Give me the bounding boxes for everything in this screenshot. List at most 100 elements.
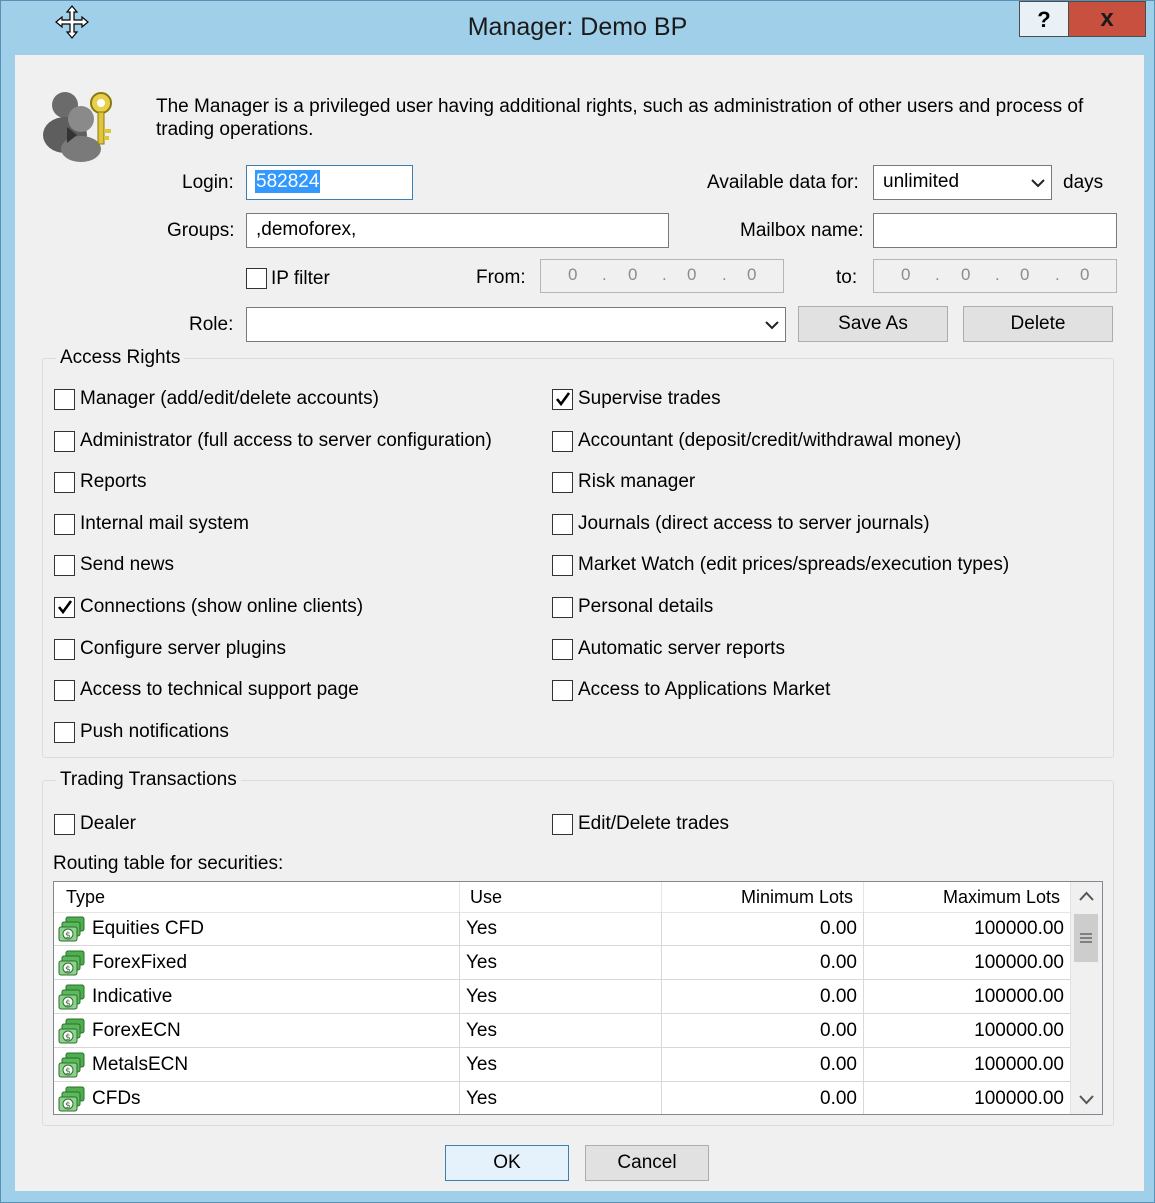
access-right-checkbox[interactable]	[552, 555, 573, 576]
cell-type-text: CFDs	[92, 1088, 141, 1109]
access-right-checkbox[interactable]	[552, 389, 573, 410]
cell-min-lots: 0.00	[662, 980, 864, 1013]
table-row[interactable]: $ ForexECN Yes 0.00 100000.00	[54, 1014, 1070, 1048]
access-right-checkbox[interactable]	[552, 431, 573, 452]
cell-type-text: ForexFixed	[92, 952, 188, 973]
cell-type-text: Indicative	[92, 986, 173, 1007]
delete-button[interactable]: Delete	[963, 306, 1113, 342]
access-right-label: Market Watch (edit prices/spreads/execut…	[578, 554, 1010, 575]
table-header: Type Use Minimum Lots Maximum Lots	[54, 882, 1070, 913]
to-octet-2: 0	[961, 265, 971, 284]
from-label: From:	[476, 267, 526, 288]
cell-min-lots: 0.00	[662, 946, 864, 979]
table-row[interactable]: $ ForexFixed Yes 0.00 100000.00	[54, 946, 1070, 980]
ip-dot: .	[602, 265, 607, 284]
cell-type: $ Equities CFD	[54, 912, 460, 945]
access-right-checkbox[interactable]	[54, 431, 75, 452]
access-right-label: Reports	[80, 471, 147, 492]
ip-filter-label: IP filter	[271, 268, 330, 289]
ip-dot: .	[662, 265, 667, 284]
groups-input[interactable]: ,demoforex,	[246, 213, 669, 248]
to-ip-input[interactable]: 0 . 0 . 0 . 0	[873, 259, 1117, 293]
access-right-label: Manager (add/edit/delete accounts)	[80, 388, 379, 409]
access-right-checkbox[interactable]	[54, 389, 75, 410]
access-right-checkbox[interactable]	[552, 514, 573, 535]
ip-dot: .	[722, 265, 727, 284]
manager-users-key-icon	[43, 92, 112, 162]
access-right-label: Risk manager	[578, 471, 696, 492]
column-header-type[interactable]: Type	[54, 882, 460, 912]
money-icon: $	[58, 1086, 85, 1112]
from-octet-3: 0	[687, 265, 697, 284]
from-ip-input[interactable]: 0 . 0 . 0 . 0	[540, 259, 784, 293]
access-right-checkbox[interactable]	[54, 514, 75, 535]
access-right-checkbox[interactable]	[552, 597, 573, 618]
access-right-checkbox[interactable]	[54, 597, 75, 618]
login-input[interactable]: 582824	[246, 165, 413, 200]
access-right-checkbox[interactable]	[54, 472, 75, 493]
access-right-checkbox[interactable]	[552, 639, 573, 660]
role-label: Role:	[189, 314, 234, 335]
scrollbar-thumb[interactable]	[1074, 914, 1098, 962]
chevron-down-icon	[1031, 179, 1045, 188]
table-row[interactable]: $ MetalsECN Yes 0.00 100000.00	[54, 1048, 1070, 1082]
access-right-label: Send news	[80, 554, 175, 575]
help-button[interactable]: ?	[1019, 1, 1069, 37]
title-bar[interactable]: Manager: Demo BP ? x	[1, 1, 1154, 55]
mailbox-input[interactable]	[873, 213, 1117, 248]
dialog-window: Manager: Demo BP ? x The Manager is a pr…	[0, 0, 1155, 1203]
cell-type-text: ForexECN	[92, 1020, 181, 1041]
access-right-label: Access to technical support page	[80, 679, 359, 700]
access-right-label: Supervise trades	[578, 388, 721, 409]
mailbox-label: Mailbox name:	[740, 220, 864, 241]
ip-dot: .	[935, 265, 940, 284]
access-rights-title: Access Rights	[56, 347, 185, 369]
cell-max-lots: 100000.00	[974, 1020, 1064, 1041]
money-icon: $	[58, 984, 85, 1010]
dealer-checkbox[interactable]	[54, 814, 75, 835]
role-select[interactable]	[246, 307, 786, 342]
access-right-checkbox[interactable]	[552, 472, 573, 493]
access-right-checkbox[interactable]	[54, 555, 75, 576]
ip-filter-checkbox[interactable]	[246, 268, 267, 289]
table-scrollbar[interactable]	[1070, 882, 1102, 1114]
cell-max-lots: 100000.00	[974, 952, 1064, 973]
save-as-button[interactable]: Save As	[798, 306, 948, 342]
table-row[interactable]: $ Indicative Yes 0.00 100000.00	[54, 980, 1070, 1014]
available-data-select[interactable]: unlimited	[873, 165, 1052, 200]
scroll-up-icon[interactable]	[1071, 882, 1102, 912]
dialog-client-area: The Manager is a privileged user having …	[15, 55, 1144, 1191]
cell-type: $ CFDs	[54, 1082, 460, 1114]
column-header-minimum-lots[interactable]: Minimum Lots	[662, 882, 864, 912]
edit-delete-trades-checkbox[interactable]	[552, 814, 573, 835]
access-right-checkbox[interactable]	[54, 639, 75, 660]
cell-use: Yes	[460, 912, 662, 945]
cell-type-text: MetalsECN	[92, 1054, 189, 1075]
close-button[interactable]: x	[1069, 1, 1146, 37]
scroll-down-icon[interactable]	[1071, 1084, 1102, 1114]
access-right-label: Automatic server reports	[578, 638, 785, 659]
cell-use: Yes	[460, 1048, 662, 1081]
column-header-use[interactable]: Use	[460, 882, 662, 912]
dealer-label: Dealer	[80, 813, 136, 834]
to-label: to:	[836, 267, 858, 288]
from-octet-4: 0	[747, 265, 757, 284]
window-title: Manager: Demo BP	[467, 13, 688, 41]
cell-min-lots: 0.00	[662, 1014, 864, 1047]
cancel-button[interactable]: Cancel	[585, 1145, 709, 1181]
cell-type: $ ForexFixed	[54, 946, 460, 979]
cell-max-lots: 100000.00	[974, 986, 1064, 1007]
access-right-label: Connections (show online clients)	[80, 596, 364, 617]
table-row[interactable]: $ Equities CFD Yes 0.00 100000.00	[54, 912, 1070, 946]
table-row[interactable]: $ CFDs Yes 0.00 100000.00	[54, 1082, 1070, 1114]
column-header-maximum-lots[interactable]: Maximum Lots	[864, 882, 1070, 912]
access-right-checkbox[interactable]	[54, 680, 75, 701]
access-right-checkbox[interactable]	[552, 680, 573, 701]
ok-button[interactable]: OK	[445, 1145, 569, 1181]
access-right-checkbox[interactable]	[54, 722, 75, 743]
available-data-value: unlimited	[883, 171, 960, 192]
login-value: 582824	[255, 170, 321, 193]
svg-text:$: $	[65, 999, 71, 1009]
svg-text:$: $	[65, 931, 71, 941]
cell-min-lots: 0.00	[662, 912, 864, 945]
